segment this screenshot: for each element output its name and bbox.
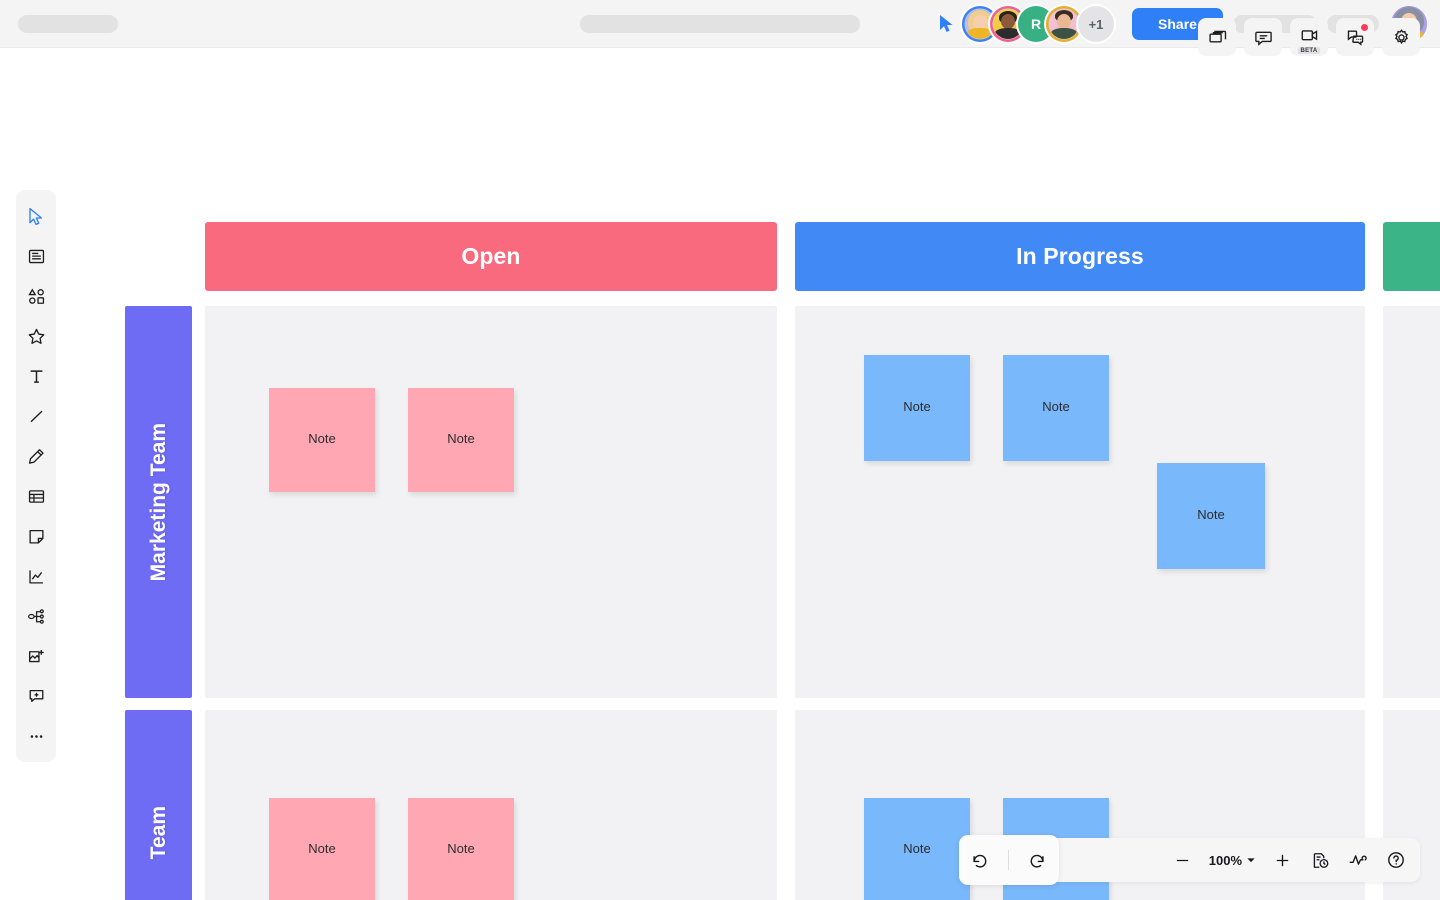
lane-label-team[interactable]: Team: [125, 710, 192, 900]
comment-icon[interactable]: [1244, 18, 1282, 56]
sticky-note[interactable]: Note: [269, 798, 375, 900]
lane-label-text: Marketing Team: [146, 422, 170, 582]
toolbar-divider: [1008, 850, 1010, 870]
avatar-overflow-count[interactable]: +1: [1078, 6, 1114, 42]
chat-icon[interactable]: [1336, 18, 1374, 56]
add-comment-icon[interactable]: [16, 676, 56, 716]
sticky-note-text: Note: [903, 398, 931, 414]
frames-icon[interactable]: [1198, 18, 1236, 56]
sticky-note-text: Note: [903, 840, 931, 856]
text-icon[interactable]: [16, 356, 56, 396]
sticky-note-text: Note: [1042, 398, 1070, 414]
more-options-icon[interactable]: [16, 716, 56, 756]
sticky-note[interactable]: Note: [864, 798, 970, 900]
chart-icon[interactable]: [16, 556, 56, 596]
redo-icon[interactable]: [1020, 842, 1056, 878]
sticky-note[interactable]: Note: [408, 388, 514, 492]
zoom-out-button[interactable]: [1165, 842, 1201, 878]
zoom-in-button[interactable]: [1264, 842, 1300, 878]
shapes-icon[interactable]: [16, 276, 56, 316]
column-header-done[interactable]: Done: [1383, 222, 1440, 291]
pen-icon[interactable]: [16, 436, 56, 476]
sticky-note[interactable]: Note: [864, 355, 970, 461]
collaborator-avatars: R +1: [962, 6, 1114, 42]
line-icon[interactable]: [16, 396, 56, 436]
version-history-icon[interactable]: [1302, 842, 1338, 878]
cell-done-marketing[interactable]: [1383, 306, 1440, 698]
zoom-level-value: 100%: [1208, 852, 1242, 868]
notification-dot: [1361, 24, 1368, 31]
column-header-in-progress[interactable]: In Progress: [795, 222, 1365, 291]
chevron-down-icon: [1247, 858, 1255, 863]
sticky-note-text: Note: [447, 840, 475, 856]
undo-icon[interactable]: [962, 842, 998, 878]
mindmap-icon[interactable]: [16, 596, 56, 636]
image-upload-icon[interactable]: [16, 636, 56, 676]
sticky-note-text: Note: [308, 430, 336, 446]
pointer-cursor-icon: [940, 15, 953, 32]
avatar-initial-text: R: [1030, 16, 1042, 32]
cell-open-marketing[interactable]: [205, 306, 777, 698]
sticky-note-text: Note: [1197, 506, 1225, 522]
board-title-placeholder[interactable]: [18, 15, 118, 33]
sticky-note-text: Note: [447, 430, 475, 446]
lane-label-marketing-team[interactable]: Marketing Team: [125, 306, 192, 698]
avatar[interactable]: [1046, 6, 1082, 42]
template-icon[interactable]: [16, 236, 56, 276]
avatar-overflow-text: +1: [1088, 16, 1104, 32]
sticky-note-icon[interactable]: [16, 516, 56, 556]
column-header-label: In Progress: [1016, 243, 1144, 269]
bottom-toolbar: 100%: [958, 835, 1420, 885]
star-icon[interactable]: [16, 316, 56, 356]
sticky-note[interactable]: Note: [1157, 463, 1265, 569]
zoom-level-selector[interactable]: 100%: [1203, 853, 1262, 868]
lane-label-text: Team: [146, 806, 170, 860]
sticky-note[interactable]: Note: [408, 798, 514, 900]
help-icon[interactable]: [1378, 842, 1414, 878]
whiteboard-app: R +1 Share Open In Progress Marketing Te…: [0, 0, 1440, 900]
video-chat-icon[interactable]: BETA: [1290, 18, 1328, 56]
board-canvas[interactable]: Open In Progress Done Marketing Team Tea…: [0, 48, 1440, 900]
table-icon[interactable]: [16, 476, 56, 516]
column-header-label: Open: [461, 243, 521, 269]
top-right-toolbar: BETA: [1198, 18, 1420, 56]
search-placeholder[interactable]: [580, 15, 860, 33]
select-cursor-icon[interactable]: [16, 196, 56, 236]
sticky-note-text: Note: [308, 840, 336, 856]
sticky-note[interactable]: Note: [1003, 355, 1109, 461]
left-tool-rail: [16, 190, 56, 762]
beta-badge: BETA: [1297, 47, 1321, 54]
gear-icon[interactable]: [1382, 18, 1420, 56]
undo-redo-group: [958, 835, 1059, 885]
activity-pulse-icon[interactable]: [1340, 842, 1376, 878]
column-header-open[interactable]: Open: [205, 222, 777, 291]
sticky-note[interactable]: Note: [269, 388, 375, 492]
